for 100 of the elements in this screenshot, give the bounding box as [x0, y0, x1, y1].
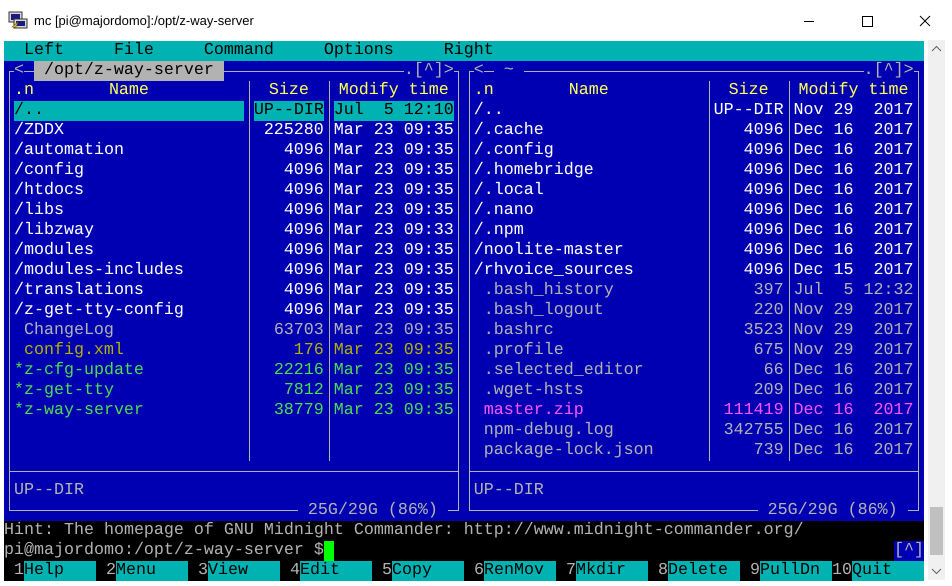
menu-item[interactable]: Right	[444, 41, 494, 61]
modified-time: Dec 16 2017	[794, 441, 914, 461]
menu-item[interactable]: File	[114, 41, 154, 61]
menu-item[interactable]: Left	[24, 41, 64, 61]
file-name[interactable]: /automation	[14, 141, 244, 161]
function-key[interactable]: RenMov	[484, 561, 556, 581]
modified-time: Mar 23 09:35	[334, 401, 454, 421]
modified-time: Mar 23 09:35	[334, 121, 454, 141]
file-name[interactable]: /.npm	[474, 221, 704, 241]
file-name[interactable]: master.zip	[474, 401, 704, 421]
file-name[interactable]: .selected_editor	[474, 361, 704, 381]
file-size: 4096	[282, 301, 324, 321]
function-key[interactable]: Copy	[392, 561, 464, 581]
file-name[interactable]: /.local	[474, 181, 704, 201]
file-name[interactable]: .bash_logout	[474, 301, 704, 321]
file-size: 220	[752, 301, 784, 321]
scrollbar[interactable]	[928, 40, 945, 580]
column-header[interactable]: Modify time	[334, 81, 454, 101]
file-size: 4096	[742, 201, 784, 221]
function-key[interactable]: Quit	[852, 561, 924, 581]
file-size: 4096	[282, 221, 324, 241]
file-name[interactable]: npm-debug.log	[474, 421, 704, 441]
file-size: 739	[752, 441, 784, 461]
key-number: 3	[196, 561, 208, 581]
file-name[interactable]: /.config	[474, 141, 704, 161]
file-name[interactable]: .profile	[474, 341, 704, 361]
file-name[interactable]: /htdocs	[14, 181, 244, 201]
modified-time: Mar 23 09:35	[334, 161, 454, 181]
file-name[interactable]: /libzway	[14, 221, 244, 241]
function-key[interactable]: View	[208, 561, 280, 581]
file-size: UP--DIR	[254, 101, 324, 121]
file-name[interactable]: ChangeLog	[14, 321, 244, 341]
modified-time: Mar 23 09:35	[334, 301, 454, 321]
file-name[interactable]: /modules-includes	[14, 261, 244, 281]
file-name[interactable]: /..	[474, 101, 704, 121]
file-size: 675	[752, 341, 784, 361]
modified-time: Mar 23 09:35	[334, 181, 454, 201]
file-size: 4096	[282, 241, 324, 261]
sort-indicator[interactable]: .n	[474, 81, 494, 101]
column-header[interactable]: Modify time	[794, 81, 914, 101]
file-name[interactable]: /..	[14, 101, 244, 121]
file-name[interactable]: /libs	[14, 201, 244, 221]
function-key[interactable]: Delete	[668, 561, 740, 581]
modified-time: Nov 29 2017	[794, 101, 914, 121]
file-size: 4096	[742, 141, 784, 161]
modified-time: Jul 5 12:32	[794, 281, 914, 301]
menu-item[interactable]: Command	[204, 41, 274, 61]
file-size: 4096	[282, 261, 324, 281]
history-button[interactable]: [^]	[894, 541, 924, 561]
file-name[interactable]: .bash_history	[474, 281, 704, 301]
file-name[interactable]: /.nano	[474, 201, 704, 221]
file-name[interactable]: /modules	[14, 241, 244, 261]
key-number: 1	[12, 561, 24, 581]
menu-item[interactable]: Options	[324, 41, 394, 61]
file-size: 22216	[272, 361, 324, 381]
file-name[interactable]: /noolite-master	[474, 241, 704, 261]
file-name[interactable]: /.cache	[474, 121, 704, 141]
modified-time: Mar 23 09:35	[334, 341, 454, 361]
file-size: 38779	[272, 401, 324, 421]
file-name[interactable]: /z-get-tty-config	[14, 301, 244, 321]
file-size: 4096	[742, 241, 784, 261]
key-number: 8	[656, 561, 668, 581]
key-number: 7	[564, 561, 576, 581]
file-name[interactable]: .bashrc	[474, 321, 704, 341]
file-name[interactable]: /.homebridge	[474, 161, 704, 181]
file-name[interactable]: /rhvoice_sources	[474, 261, 704, 281]
key-number: 2	[104, 561, 116, 581]
function-key[interactable]: Help	[24, 561, 96, 581]
modified-time: Mar 23 09:35	[334, 261, 454, 281]
file-name[interactable]: package-lock.json	[474, 441, 704, 461]
function-key[interactable]: Menu	[116, 561, 188, 581]
file-size: 4096	[742, 121, 784, 141]
file-name[interactable]: *z-cfg-update	[14, 361, 244, 381]
file-size: 4096	[742, 181, 784, 201]
modified-time: Mar 23 09:35	[334, 141, 454, 161]
key-number: 4	[288, 561, 300, 581]
function-key[interactable]: Edit	[300, 561, 372, 581]
column-header[interactable]: Name	[34, 81, 224, 101]
modified-time: Mar 23 09:35	[334, 361, 454, 381]
file-name[interactable]: /ZDDX	[14, 121, 244, 141]
column-header[interactable]: Size	[254, 81, 324, 101]
file-size: 209	[752, 381, 784, 401]
column-header[interactable]: Name	[494, 81, 684, 101]
column-header[interactable]: Size	[714, 81, 784, 101]
file-name[interactable]: *z-get-tty	[14, 381, 244, 401]
file-size: 342755	[722, 421, 784, 441]
function-key[interactable]: PullDn	[760, 561, 832, 581]
file-name[interactable]: /translations	[14, 281, 244, 301]
modified-time: Dec 16 2017	[794, 421, 914, 441]
mini-status: UP--DIR	[474, 481, 544, 500]
modified-time: Jul 5 12:10	[334, 101, 454, 121]
file-name[interactable]: *z-way-server	[14, 401, 244, 421]
key-number: 6	[472, 561, 484, 581]
file-name[interactable]: .wget-hsts	[474, 381, 704, 401]
file-name[interactable]: config.xml	[14, 341, 244, 361]
file-name[interactable]: /config	[14, 161, 244, 181]
sort-indicator[interactable]: .n	[14, 81, 34, 101]
function-key[interactable]: Mkdir	[576, 561, 648, 581]
file-size: 4096	[742, 161, 784, 181]
scroll-thumb[interactable]	[930, 507, 943, 555]
